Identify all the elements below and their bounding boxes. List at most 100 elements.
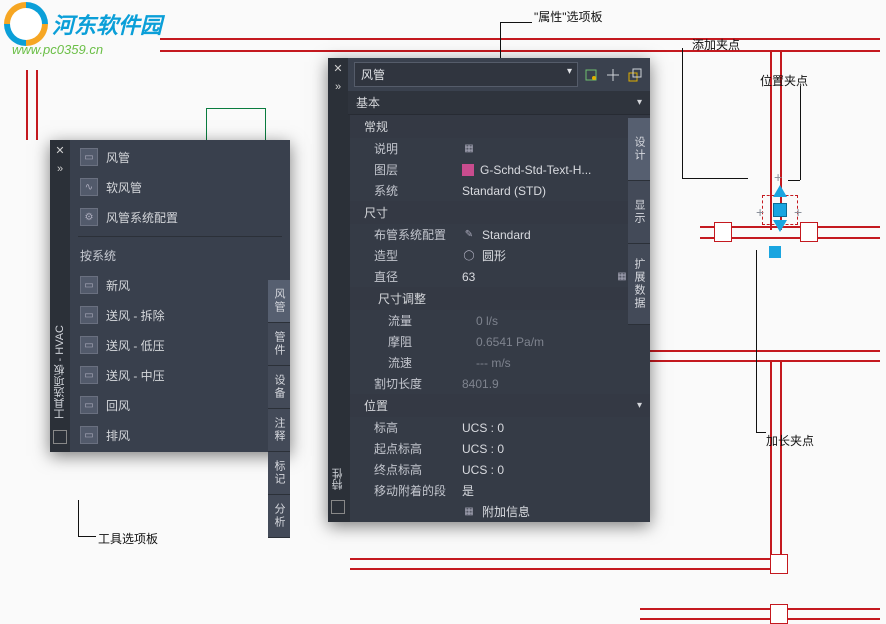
palette-properties-icon[interactable] (53, 430, 67, 444)
tool-item-fresh-air[interactable]: ▭ 新风 (70, 270, 290, 300)
subsection-size-adjust[interactable]: 尺寸调整 ▾ (350, 287, 650, 310)
calculator-icon[interactable]: ▦ (615, 270, 629, 284)
prop-value-text: 0 l/s (476, 314, 498, 328)
tool-item-flex-duct[interactable]: ∿ 软风管 (70, 172, 290, 202)
leader (682, 178, 748, 179)
prop-row-velocity[interactable]: 流速 --- m/s (350, 352, 650, 373)
tool-palette-body: ▭ 风管 ∿ 软风管 ⚙ 风管系统配置 按系统 ▭ 新风 ▭ 送风 - 拆除 (70, 140, 290, 452)
tool-label: 回风 (106, 397, 130, 414)
prop-row-attach-info[interactable]: ▦附加信息 (350, 501, 650, 522)
duct-icon: ▭ (80, 148, 98, 166)
palette-properties-icon[interactable] (331, 500, 345, 514)
prop-label: 流量 (388, 312, 476, 329)
plus-grip-icon[interactable]: + (794, 204, 802, 220)
tab-tag[interactable]: 标记 (268, 452, 290, 495)
select-objects-icon[interactable] (604, 66, 622, 84)
tool-item-duct-config[interactable]: ⚙ 风管系统配置 (70, 202, 290, 232)
prop-value-text: --- m/s (476, 356, 511, 370)
toggle-pickadd-icon[interactable] (626, 66, 644, 84)
tab-design[interactable]: 设计 (628, 118, 650, 181)
subsection-label: 尺寸调整 (378, 290, 426, 307)
prop-row-friction[interactable]: 摩阻 0.6541 Pa/m (350, 331, 650, 352)
prop-label: 直径 (374, 268, 462, 285)
object-type-select[interactable]: 风管 (354, 62, 578, 87)
duct-icon: ▭ (80, 306, 98, 324)
location-grip-icon[interactable] (773, 203, 787, 217)
fitting-icon (770, 604, 788, 624)
chevron-down-icon: ▾ (637, 400, 642, 411)
prop-value-text: 圆形 (482, 247, 506, 264)
prop-row-shape[interactable]: 造型 ◯圆形 (350, 245, 650, 266)
tool-label: 排风 (106, 427, 130, 444)
prop-row-flow[interactable]: 流量 0 l/s (350, 310, 650, 331)
prop-value-text: 8401.9 (462, 377, 499, 391)
leader (756, 432, 766, 433)
duct-line (36, 70, 38, 140)
pin-icon[interactable]: » (53, 162, 67, 176)
prop-label: 终点标高 (374, 461, 462, 478)
prop-row-end-elev[interactable]: 终点标高 UCS : 0 (350, 459, 650, 480)
fitting-icon (714, 222, 732, 242)
plus-grip-icon[interactable]: + (774, 169, 782, 185)
prop-row-routing[interactable]: 布管系统配置 ✎Standard▦ (350, 224, 650, 245)
tool-label: 软风管 (106, 179, 142, 196)
tool-item-return-air[interactable]: ▭ 回风 (70, 390, 290, 420)
subsection-label: 常规 (364, 118, 388, 135)
plus-grip-icon[interactable]: + (756, 204, 764, 220)
tool-label: 新风 (106, 277, 130, 294)
arrow-up-grip-icon[interactable] (773, 185, 787, 197)
close-icon[interactable]: ✕ (53, 144, 67, 158)
duct-icon: ▭ (80, 426, 98, 444)
prop-value-text: UCS : 0 (462, 463, 504, 477)
palette-spine: ✕ » 工具选项板 - HVAC (50, 140, 70, 452)
tab-ext-data[interactable]: 扩展数据 (628, 244, 650, 325)
subsection-general[interactable]: 常规 ▾ (350, 115, 650, 138)
tab-display[interactable]: 显示 (628, 181, 650, 244)
close-icon[interactable]: ✕ (331, 62, 345, 76)
arrow-down-grip-icon[interactable] (773, 220, 787, 232)
separator (78, 236, 282, 237)
prop-row-system[interactable]: 系统 Standard (STD)▦ (350, 180, 650, 201)
tool-group-header: 按系统 (70, 241, 290, 270)
grip-cluster[interactable]: + + + (756, 175, 806, 255)
leader (682, 48, 683, 178)
leader (78, 500, 79, 536)
tool-item-supply-demo[interactable]: ▭ 送风 - 拆除 (70, 300, 290, 330)
logo-text: 河东软件园 (52, 8, 162, 40)
callout-tool-palette: 工具选项板 (98, 530, 158, 547)
tool-item-duct[interactable]: ▭ 风管 (70, 142, 290, 172)
tool-label: 送风 - 拆除 (106, 307, 165, 324)
tab-annotate[interactable]: 注释 (268, 409, 290, 452)
section-basic[interactable]: 基本 ▾ (348, 91, 650, 115)
tab-duct[interactable]: 风管 (268, 280, 290, 323)
duct-line (770, 360, 772, 560)
duct-line (780, 360, 782, 560)
tool-item-supply-med[interactable]: ▭ 送风 - 中压 (70, 360, 290, 390)
duct-icon: ▭ (80, 336, 98, 354)
prop-row-start-elev[interactable]: 起点标高 UCS : 0 (350, 438, 650, 459)
palette-title: 工具选项板 - HVAC (52, 325, 68, 420)
leader (800, 86, 801, 180)
prop-row-move-attached[interactable]: 移动附着的段 是 (350, 480, 650, 501)
tab-fitting[interactable]: 管件 (268, 323, 290, 366)
duct-icon: ▭ (80, 366, 98, 384)
tab-analysis[interactable]: 分析 (268, 495, 290, 538)
subsection-size[interactable]: 尺寸 ▾ (350, 201, 650, 224)
prop-row-layer[interactable]: 图层 G-Schd-Std-Text-H... (350, 159, 650, 180)
flex-duct-icon: ∿ (80, 178, 98, 196)
tool-item-exhaust[interactable]: ▭ 排风 (70, 420, 290, 450)
prop-row-description[interactable]: 说明 ▦ (350, 138, 650, 159)
subsection-position[interactable]: 位置 ▾ (350, 394, 650, 417)
tab-equipment[interactable]: 设备 (268, 366, 290, 409)
prop-row-elevation[interactable]: 标高 UCS : 0 (350, 417, 650, 438)
callout-extend-grip: 加长夹点 (766, 432, 814, 449)
pin-icon[interactable]: » (331, 80, 345, 94)
tool-item-supply-low[interactable]: ▭ 送风 - 低压 (70, 330, 290, 360)
prop-label: 布管系统配置 (374, 226, 462, 243)
leader (500, 22, 501, 58)
prop-row-cut-length[interactable]: 割切长度 8401.9 (350, 373, 650, 394)
duct-line (640, 360, 880, 362)
quick-select-icon[interactable] (582, 66, 600, 84)
prop-label: 说明 (374, 140, 462, 157)
prop-row-diameter[interactable]: 直径 63▦🔒 (350, 266, 650, 287)
